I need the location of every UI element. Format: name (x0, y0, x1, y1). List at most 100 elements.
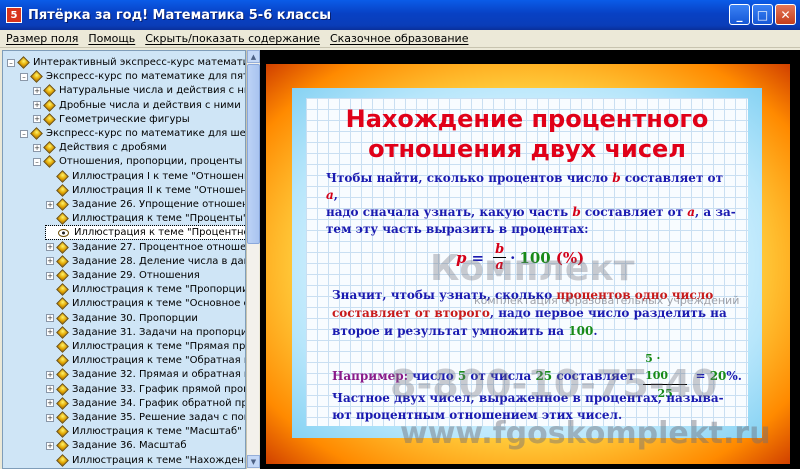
tree-item[interactable]: – Интерактивный экспресс-курс математики (7, 56, 245, 69)
scroll-down-button[interactable]: ▼ (247, 455, 260, 468)
watermark-url: www.fgoskomplekt.ru (400, 416, 771, 451)
var-a: a (326, 188, 334, 202)
minimize-button[interactable]: _ (729, 4, 750, 25)
app-icon[interactable]: 5 (6, 7, 22, 23)
close-icon: ✕ (780, 7, 791, 22)
expand-icon[interactable]: + (46, 370, 54, 379)
tree-item[interactable]: + Задание 29. Отношения (46, 269, 200, 282)
diamond-icon (56, 269, 69, 282)
menu-field-size[interactable]: Размер поля (6, 32, 78, 45)
concl-text-7: . (593, 324, 598, 338)
expand-icon[interactable]: + (46, 200, 54, 209)
rule-text-7: тем эту часть выразить в процентах: (326, 222, 589, 236)
expand-icon[interactable]: + (46, 271, 54, 280)
tree-item[interactable]: Иллюстрация II к теме "Отношени (46, 183, 246, 197)
leaf-spacer (46, 286, 54, 294)
tree-item[interactable]: + Задание 31. Задачи на пропорции (46, 325, 245, 339)
tree-item[interactable]: + Задание 28. Деление числа в данн (46, 254, 245, 268)
tree-item-label: Задание 35. Решение задач с помо (72, 412, 246, 423)
diamond-icon (56, 311, 69, 325)
diamond-icon (56, 283, 69, 297)
expand-icon[interactable]: + (46, 328, 54, 337)
tree-item[interactable]: Иллюстрация к теме "Обратная пр (46, 354, 245, 368)
expand-icon[interactable]: + (46, 314, 54, 323)
collapse-icon[interactable]: – (33, 157, 41, 166)
expand-icon[interactable]: + (46, 441, 54, 450)
tree-item[interactable]: + Дробные числа и действия с ними (33, 98, 241, 112)
tree-item[interactable]: + Задание 33. График прямой пропо (46, 382, 245, 396)
scroll-up-button[interactable]: ▲ (247, 50, 260, 63)
tree-item[interactable]: Иллюстрация к теме "Процентное (45, 225, 246, 241)
menu-toggle-contents[interactable]: Скрыть/показать содержание (145, 32, 320, 45)
collapse-icon[interactable]: – (20, 129, 28, 138)
tree-item[interactable]: Иллюстрация к теме "Основное св (46, 297, 246, 311)
tree-item-label: Геометрические фигуры (59, 113, 190, 125)
eye-icon (58, 228, 69, 237)
scroll-thumb[interactable] (247, 64, 260, 244)
tree-item[interactable]: Иллюстрация I к теме "Отношения (46, 169, 245, 183)
leaf-spacer (46, 172, 54, 180)
tree-item[interactable]: – Отношения, пропорции, проценты (33, 155, 242, 169)
tree-item[interactable]: + Задание 32. Прямая и обратная пр (46, 368, 245, 382)
arrow-down-icon: ▼ (250, 457, 257, 466)
collapse-icon[interactable]: – (20, 72, 28, 81)
close-button[interactable]: ✕ (775, 4, 796, 25)
tree-item[interactable]: Иллюстрация к теме "Проценты" (46, 212, 245, 226)
tree-item-label: Задание 27. Процентное отношени (72, 241, 246, 253)
expand-icon[interactable]: + (46, 243, 54, 252)
expand-icon[interactable]: + (46, 413, 54, 422)
expand-icon[interactable]: + (33, 86, 41, 95)
diamond-icon (56, 325, 69, 339)
app-icon-letter: 5 (10, 9, 18, 21)
diamond-icon (56, 212, 69, 226)
contents-tree[interactable]: – Интерактивный экспресс-курс математики –… (2, 50, 246, 469)
tree-item-label: Задание 26. Упрощение отношени (72, 199, 246, 210)
tree-item[interactable]: + Задание 35. Решение задач с помо (46, 411, 246, 424)
tree-item[interactable]: + Задание 30. Пропорции (46, 311, 198, 325)
menu-help[interactable]: Помощь (88, 32, 135, 45)
tree-item-label: Экспресс-курс по математике для пятого (46, 71, 246, 83)
tree-item[interactable]: Иллюстрация к теме "Прямая про (46, 340, 245, 353)
expand-icon[interactable]: + (33, 115, 41, 124)
diamond-icon (43, 98, 56, 112)
expand-icon[interactable]: + (33, 143, 41, 152)
title-bar[interactable]: 5 Пятёрка за год! Математика 5-6 классы … (0, 0, 800, 30)
rule-text-6: , а за- (695, 205, 736, 219)
tree-item[interactable]: + Задание 34. График обратной проп (46, 396, 246, 410)
tree-item[interactable]: Иллюстрация к теме "Масштаб" (46, 425, 242, 439)
tree-item[interactable]: + Задание 27. Процентное отношени (46, 240, 246, 254)
tree-item-label: Иллюстрация к теме "Основное св (72, 298, 246, 310)
tree-item-label: Иллюстрация II к теме "Отношени (72, 184, 246, 196)
expand-icon[interactable]: + (33, 101, 41, 110)
tree-item[interactable]: Иллюстрация к теме "Пропорции" (46, 283, 245, 297)
rule-text-5: составляет от (580, 205, 688, 219)
expand-icon[interactable]: + (46, 399, 54, 408)
tree-item[interactable]: + Геометрические фигуры (33, 112, 190, 126)
tree-item[interactable]: + Задание 26. Упрощение отношени (46, 198, 246, 211)
diamond-icon (43, 155, 56, 169)
rule-paragraph: Чтобы найти, сколько процентов число b с… (326, 170, 736, 238)
watermark-brand: Комплект (430, 248, 635, 289)
diamond-icon (56, 425, 69, 439)
concl-text-3: составляет от второго (332, 306, 490, 320)
minimize-icon: _ (736, 7, 743, 22)
tree-scrollbar[interactable]: ▲ ▼ (246, 50, 260, 469)
diamond-icon (56, 354, 69, 368)
expand-icon[interactable]: + (46, 257, 54, 266)
diamond-icon (56, 340, 69, 353)
tree-item-label: Дробные числа и действия с ними (59, 99, 241, 111)
tree-item[interactable]: + Задание 36. Масштаб (46, 439, 187, 453)
var-b-2: b (572, 205, 581, 219)
tree-item[interactable]: – Экспресс-курс по математике для шесто (20, 127, 245, 140)
tree-item-label: Иллюстрация к теме "Процентное (74, 227, 246, 239)
tree-item[interactable]: Иллюстрация к теме "Нахождение (46, 453, 245, 467)
maximize-button[interactable]: □ (752, 4, 773, 25)
tree-item[interactable]: + Действия с дробями (33, 141, 167, 155)
menu-fairy-education[interactable]: Сказочное образование (330, 32, 468, 45)
tree-item-label: Задание 34. График обратной проп (72, 397, 246, 409)
tree-item[interactable]: – Экспресс-курс по математике для пятого (20, 70, 246, 84)
tree-item[interactable]: + Натуральные числа и действия с ним (33, 84, 245, 98)
window-controls: _ □ ✕ (729, 4, 796, 25)
expand-icon[interactable]: + (46, 385, 54, 394)
collapse-icon[interactable]: – (7, 58, 15, 67)
